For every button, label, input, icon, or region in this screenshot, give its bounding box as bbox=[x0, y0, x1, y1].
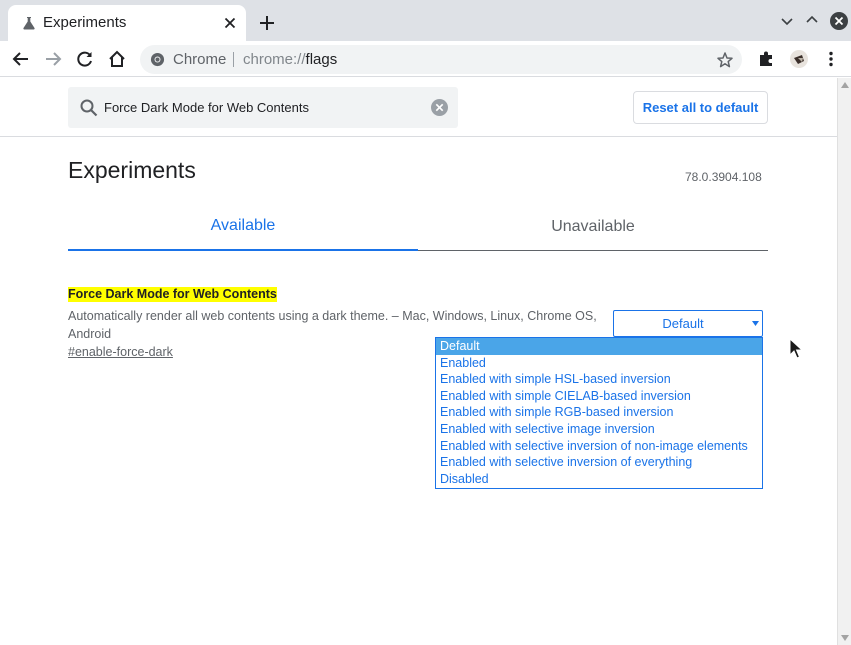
arrow-right-icon[interactable] bbox=[43, 49, 63, 69]
chevron-down-icon[interactable] bbox=[778, 12, 796, 30]
select-option[interactable]: Enabled with simple CIELAB-based inversi… bbox=[436, 388, 762, 405]
select-dropdown-list: Default Enabled Enabled with simple HSL-ba… bbox=[435, 337, 763, 489]
select-value: Default bbox=[662, 316, 704, 331]
search-input[interactable] bbox=[104, 87, 424, 128]
star-icon[interactable] bbox=[716, 51, 734, 69]
puzzle-icon[interactable] bbox=[756, 49, 776, 69]
url-text: chrome://flags bbox=[243, 51, 337, 68]
url-scheme: chrome:// bbox=[243, 51, 306, 68]
plus-icon[interactable] bbox=[256, 12, 278, 34]
tab-strip: Experiments bbox=[0, 0, 851, 41]
arrow-left-icon[interactable] bbox=[11, 49, 31, 69]
browser-tab[interactable]: Experiments bbox=[8, 5, 246, 41]
tab-title: Experiments bbox=[43, 14, 127, 31]
flags-page: Reset all to default Experiments 78.0.39… bbox=[0, 78, 837, 645]
search-icon bbox=[80, 99, 98, 117]
search-box bbox=[68, 87, 458, 128]
scroll-up-arrow-icon[interactable] bbox=[841, 82, 849, 88]
reset-all-button[interactable]: Reset all to default bbox=[633, 91, 768, 124]
omnibox-divider bbox=[233, 52, 234, 67]
select-option[interactable]: Disabled bbox=[436, 471, 762, 488]
select-option[interactable]: Enabled with simple RGB-based inversion bbox=[436, 404, 762, 421]
dropdown-arrow-icon bbox=[752, 321, 759, 326]
select-option[interactable]: Enabled with simple HSL-based inversion bbox=[436, 371, 762, 388]
tab-unavailable[interactable]: Unavailable bbox=[418, 207, 768, 251]
kebab-menu-icon[interactable] bbox=[821, 49, 841, 69]
select-option[interactable]: Enabled with selective image inversion bbox=[436, 421, 762, 438]
avatar[interactable] bbox=[789, 49, 809, 69]
select-option[interactable]: Enabled bbox=[436, 355, 762, 372]
reload-icon[interactable] bbox=[75, 49, 95, 69]
browser-toolbar: Chrome chrome://flags bbox=[0, 41, 851, 77]
flag-title: Force Dark Mode for Web Contents bbox=[68, 287, 277, 302]
flag-state-select[interactable]: Default bbox=[613, 310, 763, 337]
site-chip-label: Chrome bbox=[173, 51, 227, 68]
window-close-icon[interactable] bbox=[829, 11, 849, 31]
chevron-up-icon[interactable] bbox=[804, 12, 820, 28]
vertical-scrollbar[interactable] bbox=[837, 78, 851, 645]
home-icon[interactable] bbox=[107, 49, 127, 69]
scroll-down-arrow-icon[interactable] bbox=[841, 635, 849, 641]
close-icon[interactable] bbox=[220, 13, 240, 33]
tab-available[interactable]: Available bbox=[68, 207, 418, 251]
url-host: flags bbox=[305, 51, 338, 68]
select-option[interactable]: Enabled with selective inversion of non-… bbox=[436, 438, 762, 455]
page-title: Experiments bbox=[68, 157, 196, 183]
chrome-logo-icon bbox=[150, 52, 165, 67]
omnibox[interactable]: Chrome chrome://flags bbox=[140, 45, 742, 74]
select-option[interactable]: Enabled with selective inversion of ever… bbox=[436, 454, 762, 471]
flask-icon bbox=[23, 17, 35, 30]
clear-icon[interactable] bbox=[430, 98, 449, 117]
flags-header: Reset all to default bbox=[0, 78, 837, 137]
flag-permalink[interactable]: #enable-force-dark bbox=[68, 345, 173, 359]
select-option[interactable]: Default bbox=[436, 338, 762, 355]
version-label: 78.0.3904.108 bbox=[685, 170, 762, 184]
mouse-cursor-icon bbox=[789, 338, 803, 359]
